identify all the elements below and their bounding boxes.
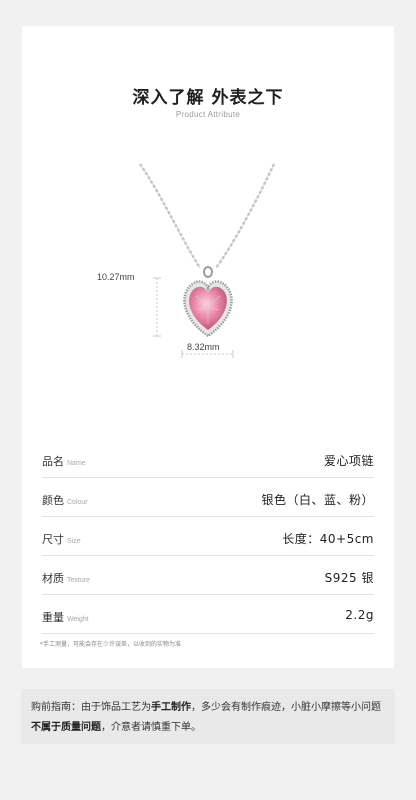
spec-row-texture: 材质 Texture S925 银: [42, 556, 374, 595]
spec-label: 品名 Name: [42, 455, 86, 468]
spec-value: 2.2g: [345, 608, 374, 622]
section-title: 深入了解 外表之下: [132, 88, 284, 108]
measurement-footnote: *手工测量，可能会存在少许误差，以收到的实物为准: [40, 641, 182, 648]
spec-label: 重量 Weight: [42, 611, 89, 624]
spec-value: 长度：40+5cm: [282, 532, 374, 546]
spec-label: 尺寸 Size: [42, 533, 81, 546]
spec-value: 银色（白、蓝、粉）: [261, 493, 374, 507]
purchase-notice: 购前指南：由于饰品工艺为手工制作，多少会有制作痕迹，小脏小摩擦等小问题不属于质量…: [21, 689, 395, 744]
spec-row-name: 品名 Name 爱心项链: [42, 439, 374, 478]
spec-label: 材质 Texture: [42, 572, 90, 585]
spec-row-weight: 重量 Weight 2.2g: [42, 595, 374, 634]
spec-row-colour: 颜色 Colour 银色（白、蓝、粉）: [42, 478, 374, 517]
width-measurement: 8.32mm: [187, 342, 220, 352]
product-attribute-card: 深入了解 外表之下 Product Attribute 10.27mm 8.32…: [22, 26, 394, 668]
spec-value: 爱心项链: [323, 454, 374, 468]
spec-table: 品名 Name 爱心项链 颜色 Colour 银色（白、蓝、粉） 尺寸 Size 长度…: [42, 439, 374, 634]
spec-row-size: 尺寸 Size 长度：40+5cm: [42, 517, 374, 556]
chain-right: [215, 163, 275, 269]
height-measurement: 10.27mm: [97, 272, 135, 282]
section-subtitle: Product Attribute: [175, 110, 241, 119]
spec-value: S925 银: [324, 571, 374, 585]
spec-label: 颜色 Colour: [42, 494, 88, 507]
heart-pendant-necklace-icon: [139, 163, 275, 358]
